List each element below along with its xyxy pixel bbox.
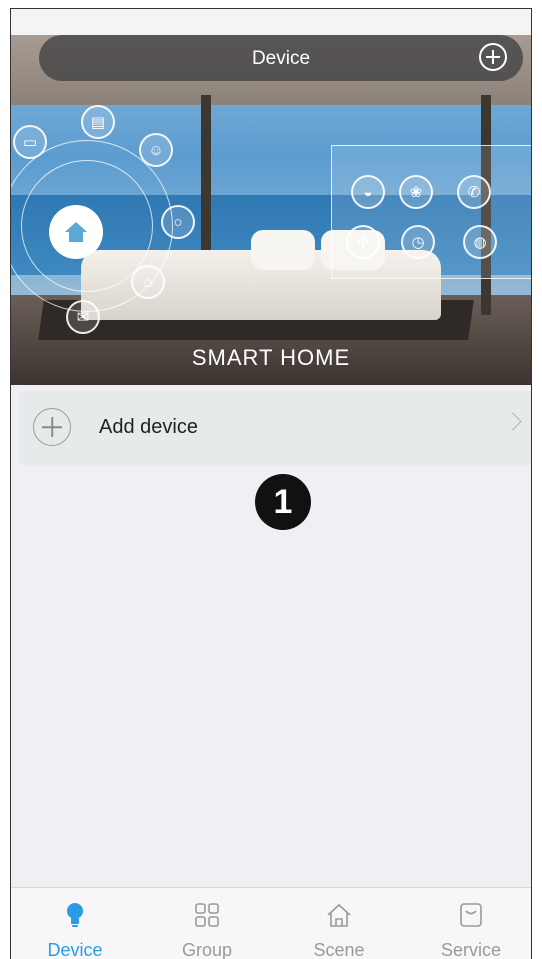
globe-icon: ◍ (463, 225, 497, 259)
house-outline-icon: ⌂ (131, 265, 165, 299)
chevron-right-icon (503, 412, 522, 431)
tab-group[interactable]: Group (147, 896, 267, 959)
add-device-row[interactable]: Add device (19, 391, 531, 465)
tab-scene[interactable]: Scene (279, 896, 399, 959)
callout-badge: 1 (255, 474, 311, 530)
window-icon: ▭ (13, 125, 47, 159)
grid-icon (192, 900, 222, 930)
title-bar: Device (39, 35, 523, 81)
bottom-tab-bar: Device Group Scene Service (11, 887, 531, 959)
palette-icon: ❀ (399, 175, 433, 209)
phone-icon: ✆ (457, 175, 491, 209)
user-icon: ☺ (139, 133, 173, 167)
tab-label: Group (181, 940, 233, 959)
home-icon (49, 205, 103, 259)
picture-icon: ◒ (351, 175, 385, 209)
tab-label: Scene (313, 940, 365, 959)
mail-icon: ✉ (66, 300, 100, 334)
bulb-icon (60, 900, 90, 930)
bag-icon (456, 900, 486, 930)
page-title: Device (251, 48, 311, 69)
add-device-header-button[interactable] (479, 43, 507, 71)
bulb-outline-icon: ○ (161, 205, 195, 239)
tab-label: Service (440, 940, 502, 959)
tab-label: Device (47, 940, 103, 959)
tab-service[interactable]: Service (411, 896, 531, 959)
smart-home-text: SMART HOME (191, 345, 351, 370)
smart-home-banner: ▭ ▤ ☺ ○ ⌂ ✉ ◒ ❀ ✆ ✣ ◷ ◍ SMART HOME (11, 35, 531, 385)
folder-icon: ▤ (81, 105, 115, 139)
app-screen: ▭ ▤ ☺ ○ ⌂ ✉ ◒ ❀ ✆ ✣ ◷ ◍ SMART HOME Devic… (10, 8, 532, 959)
alarm-clock-icon: ◷ (401, 225, 435, 259)
tab-device[interactable]: Device (15, 896, 135, 959)
house-icon (324, 900, 354, 930)
gamepad-icon: ✣ (346, 225, 380, 259)
plus-circle-icon (33, 408, 71, 446)
add-device-label: Add device (99, 416, 198, 438)
status-bar (11, 9, 531, 35)
